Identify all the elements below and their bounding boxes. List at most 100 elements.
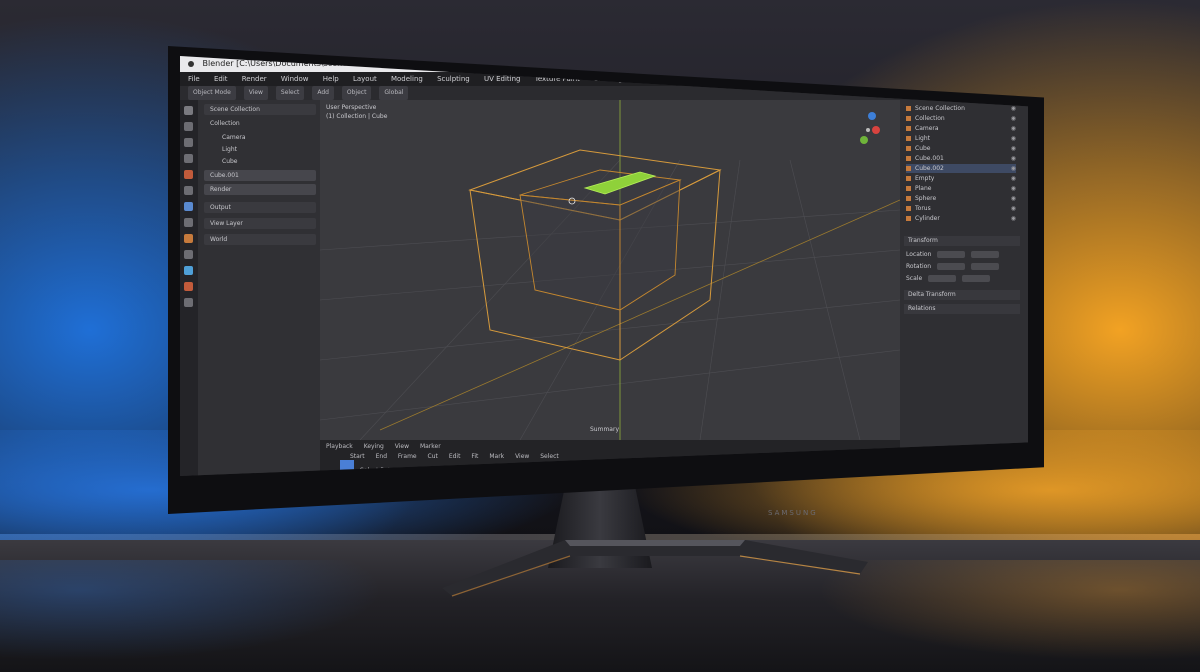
window-controls[interactable]: – ▢ ✕ [939, 56, 1002, 72]
timeline-menu-item[interactable]: View [395, 443, 409, 450]
app-logo-icon [188, 60, 194, 67]
menu-item[interactable]: File [188, 75, 200, 83]
move-tool-icon[interactable] [184, 122, 193, 131]
outliner-row-selected[interactable]: Cube.002 ◉ [906, 164, 1016, 173]
transform-tool-icon[interactable] [184, 186, 193, 195]
curved-monitor: Blender [C:\Users\Documents\scene.blend]… [168, 46, 1044, 517]
transform-orientation-dropdown[interactable]: Global [379, 86, 409, 100]
menu-item[interactable]: Help [323, 75, 339, 83]
eye-icon[interactable]: ◉ [1011, 154, 1016, 163]
value-field[interactable] [937, 263, 966, 270]
header-menu-select[interactable]: Select [275, 86, 305, 100]
list-item[interactable]: Cube [204, 156, 316, 167]
timeline-control[interactable]: End [376, 453, 387, 460]
outliner-row[interactable]: Cylinder ◉ [906, 214, 1016, 223]
monitor-screen: Blender [C:\Users\Documents\scene.blend]… [180, 56, 1028, 476]
outliner-row[interactable]: Collection ◉ [906, 114, 1016, 123]
timeline-header: Playback Keying View Marker [326, 442, 450, 452]
object-icon [906, 166, 911, 171]
eye-icon[interactable]: ◉ [1011, 184, 1016, 193]
timeline-menu-item[interactable]: Playback [326, 443, 353, 450]
outliner-row[interactable]: Light ◉ [906, 134, 1016, 143]
workspace-tab[interactable]: UV Editing [484, 75, 521, 83]
timeline-menu-item[interactable]: Keying [364, 443, 384, 450]
list-item[interactable]: Output [204, 202, 316, 213]
particles-icon[interactable] [184, 250, 193, 259]
outliner-row[interactable]: Cube.001 ◉ [906, 154, 1016, 163]
header-menu-object[interactable]: Object [341, 86, 372, 100]
value-field[interactable] [937, 251, 966, 258]
collection-icon [906, 116, 911, 121]
monitor-brand-logo: SAMSUNG [768, 509, 818, 517]
eye-icon[interactable]: ◉ [1011, 144, 1016, 153]
timeline-control[interactable]: Frame [398, 453, 417, 460]
menu-item[interactable]: Window [281, 75, 309, 83]
header-menu-add[interactable]: Add [312, 86, 334, 100]
eye-icon[interactable]: ◉ [1011, 124, 1016, 133]
workspace-tab[interactable]: Sculpting [437, 75, 470, 83]
value-field[interactable] [971, 251, 1000, 258]
rotate-tool-icon[interactable] [184, 138, 193, 147]
desk-reflection-blue [0, 560, 420, 672]
annotate-tool-icon[interactable] [184, 202, 193, 211]
value-field[interactable] [928, 275, 957, 282]
outliner-row[interactable]: Cube ◉ [906, 144, 1016, 153]
list-item[interactable]: View Layer [204, 218, 316, 229]
outliner-row[interactable]: Scene Collection ◉ [906, 104, 1016, 113]
timeline-control[interactable]: Mark [489, 453, 504, 460]
eye-icon[interactable]: ◉ [1011, 114, 1016, 123]
eye-icon[interactable]: ◉ [1011, 164, 1016, 173]
outliner-row[interactable]: Sphere ◉ [906, 194, 1016, 203]
eye-icon[interactable]: ◉ [1011, 134, 1016, 143]
timeline-controls: Start End Frame Cut Edit Fit Mark View S… [350, 452, 568, 462]
workspace-tab[interactable]: Modeling [391, 75, 423, 83]
eye-icon[interactable]: ◉ [1011, 214, 1016, 223]
list-item[interactable]: Light [204, 144, 316, 155]
value-field[interactable] [971, 263, 1000, 270]
menu-item[interactable]: Edit [214, 75, 228, 83]
timeline-control[interactable]: Start [350, 453, 365, 460]
eye-icon[interactable]: ◉ [1011, 204, 1016, 213]
list-item-selected[interactable]: Cube.001 [204, 170, 316, 181]
mode-dropdown[interactable]: Object Mode [188, 86, 236, 100]
tool-shelf [180, 100, 198, 476]
navigation-gizmo[interactable] [860, 112, 880, 144]
menu-item[interactable]: Render [242, 75, 267, 83]
measure-tool-icon[interactable] [184, 218, 193, 227]
outliner-row[interactable]: Empty ◉ [906, 174, 1016, 183]
workspace-tab[interactable]: Layout [353, 75, 377, 83]
timeline-control[interactable]: Fit [471, 453, 478, 460]
object-icon [906, 186, 911, 191]
list-item[interactable]: Collection [204, 118, 316, 129]
physics-icon[interactable] [184, 266, 193, 275]
properties-section[interactable]: Relations [904, 304, 1020, 314]
header-menu-view[interactable]: View [243, 86, 268, 100]
list-item[interactable]: World [204, 234, 316, 245]
cursor-tool-icon[interactable] [184, 106, 193, 115]
viewport-scene [320, 100, 900, 440]
list-item[interactable]: Render [204, 184, 316, 195]
timeline-menu-item[interactable]: Marker [420, 443, 441, 450]
timeline-control[interactable]: Cut [428, 453, 438, 460]
eye-icon[interactable]: ◉ [1011, 194, 1016, 203]
outliner-row[interactable]: Torus ◉ [906, 204, 1016, 213]
render-properties-icon[interactable] [184, 170, 193, 179]
value-field[interactable] [962, 275, 991, 282]
timeline-control[interactable]: View [515, 453, 529, 460]
timeline-control[interactable]: Edit [449, 453, 461, 460]
outliner-row[interactable]: Camera ◉ [906, 124, 1016, 133]
material-icon[interactable] [184, 282, 193, 291]
eye-icon[interactable]: ◉ [1011, 174, 1016, 183]
scale-tool-icon[interactable] [184, 154, 193, 163]
modifier-icon[interactable] [184, 234, 193, 243]
3d-viewport[interactable]: User Perspective (1) Collection | Cube S… [320, 100, 900, 440]
texture-icon[interactable] [184, 298, 193, 307]
timeline-control[interactable]: Select [540, 453, 559, 460]
properties-section[interactable]: Delta Transform [904, 290, 1020, 300]
object-icon [906, 156, 911, 161]
properties-section[interactable]: Transform [904, 236, 1020, 246]
object-icon [906, 196, 911, 201]
list-item[interactable]: Camera [204, 132, 316, 143]
list-item[interactable]: Scene Collection [204, 104, 316, 115]
outliner-row[interactable]: Plane ◉ [906, 184, 1016, 193]
